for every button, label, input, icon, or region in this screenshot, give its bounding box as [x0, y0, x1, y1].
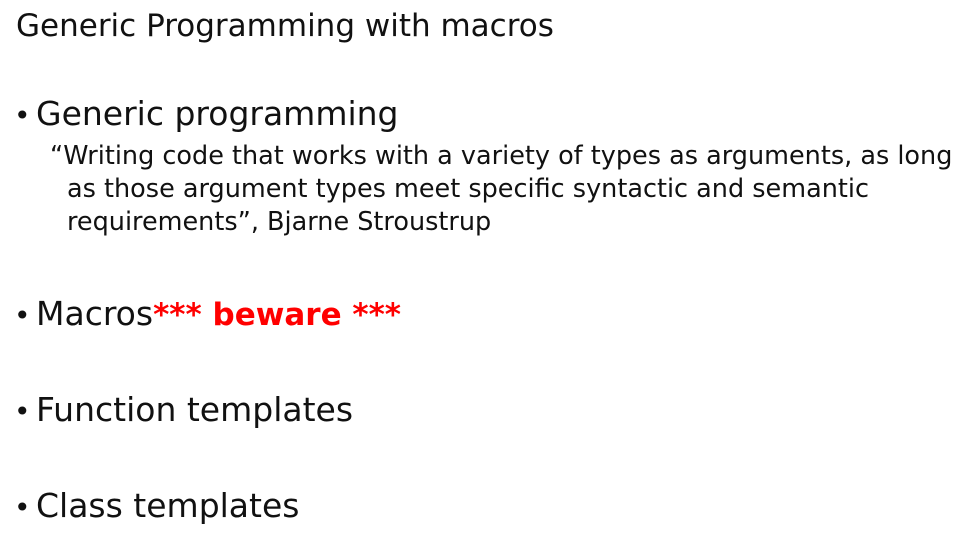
bullet-macros: • Macros *** beware ***: [14, 294, 401, 333]
slide: Generic Programming with macros • Generi…: [0, 0, 968, 544]
bullet-function-templates: • Function templates: [14, 390, 353, 429]
bullet-icon: •: [14, 299, 31, 332]
beware-warning: *** beware ***: [153, 297, 402, 333]
bullet-label: Generic programming: [36, 94, 399, 133]
bullet-label: Macros: [36, 294, 154, 333]
bullet-generic-programming: • Generic programming: [14, 94, 399, 133]
stroustrup-quote: “Writing code that works with a variety …: [50, 141, 953, 237]
bullet-icon: •: [14, 491, 31, 524]
bullet-label: Function templates: [36, 390, 354, 429]
bullet-icon: •: [14, 99, 31, 132]
bullet-class-templates: • Class templates: [14, 486, 299, 525]
bullet-icon: •: [14, 395, 31, 428]
slide-title: Generic Programming with macros: [16, 8, 554, 44]
bullet-label: Class templates: [36, 486, 300, 525]
